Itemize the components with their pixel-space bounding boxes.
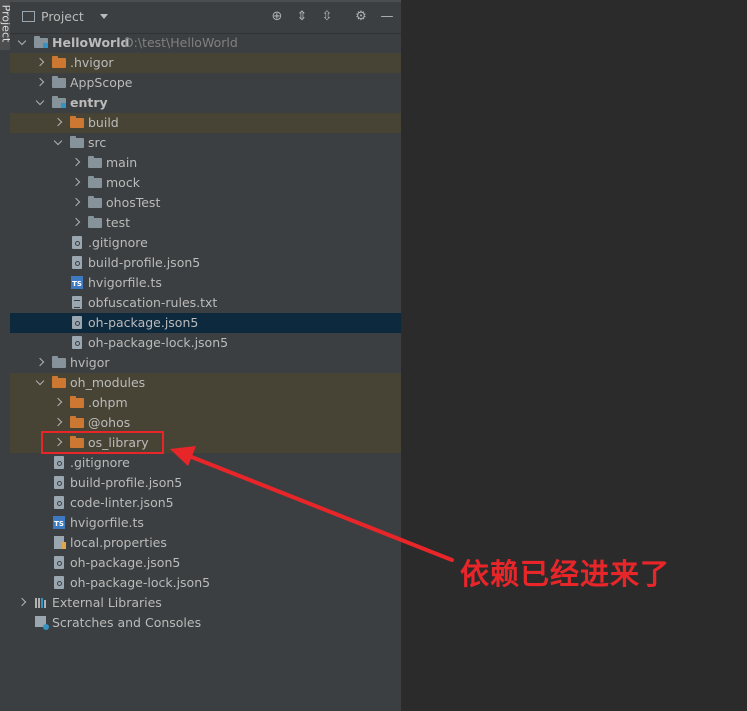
annotation-text: 依赖已经进来了 [460, 557, 671, 591]
annotation-arrow [170, 446, 454, 562]
